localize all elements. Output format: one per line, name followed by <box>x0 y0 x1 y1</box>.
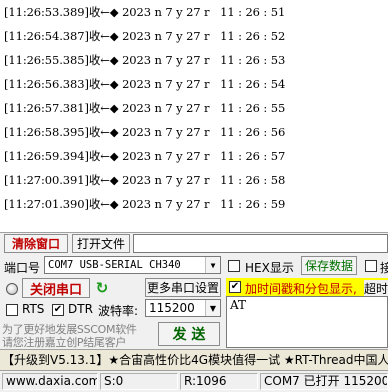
baud-rate-label: 波特率: <box>98 304 139 318</box>
log-toolbar: 清除窗口 打开文件 <box>0 232 388 255</box>
port-value: COM7 USB-SERIAL CH340 <box>48 259 181 271</box>
refresh-icon[interactable]: ↻ <box>94 279 110 297</box>
ticker-text: 【升级到V5.13.1】★合宙高性价比4G模块值得一试 ★RT-Thread中国… <box>2 353 388 367</box>
dtr-label: DTR <box>68 302 93 316</box>
option-label-fragment: 接 <box>380 261 388 275</box>
file-path-input[interactable] <box>133 234 388 253</box>
port-label: 端口号 <box>4 261 41 275</box>
sent-count: S:0 <box>100 373 178 390</box>
chevron-down-icon: ▼ <box>205 257 220 273</box>
website-link[interactable]: www.daxia.com <box>2 373 98 390</box>
clear-window-button[interactable]: 清除窗口 <box>4 234 68 253</box>
send-text-input[interactable]: AT <box>226 296 388 348</box>
close-port-button[interactable]: 关闭串口 <box>22 278 90 298</box>
port-select[interactable]: COM7 USB-SERIAL CH340 ▼ <box>44 256 221 274</box>
promo-line-2: 请您注册嘉立创P结尾客户 <box>2 336 127 349</box>
log-line: [11:26:54.387]收←◆ 2023 n 7 y 27 r 11 : 2… <box>4 29 286 43</box>
hex-display-label: HEX显示 <box>245 261 294 275</box>
log-line: [11:26:55.385]收←◆ 2023 n 7 y 27 r 11 : 2… <box>4 53 286 67</box>
timestamp-label: 加时间戳和分包显示, <box>245 282 357 296</box>
dtr-checkbox[interactable]: ✔ <box>52 304 64 316</box>
option-checkbox[interactable] <box>365 260 377 272</box>
log-line: [11:26:53.389]收←◆ 2023 n 7 y 27 r 11 : 2… <box>4 5 286 19</box>
status-bar: www.daxia.com S:0 R:1096 COM7 已打开 115200 <box>0 370 388 392</box>
more-port-settings-button[interactable]: 更多串口设置 <box>145 278 221 297</box>
receive-log[interactable]: [11:26:53.389]收←◆ 2023 n 7 y 27 r 11 : 2… <box>0 0 388 232</box>
timestamp-checkbox[interactable]: ✔ <box>229 281 241 293</box>
log-line: [11:26:56.383]收←◆ 2023 n 7 y 27 r 11 : 2… <box>4 77 286 91</box>
timeout-label: 超时 <box>364 280 388 297</box>
log-line: [11:27:00.391]收←◆ 2023 n 7 y 27 r 11 : 2… <box>4 173 286 187</box>
rts-label: RTS <box>22 302 45 316</box>
send-text-value: AT <box>230 298 247 312</box>
hex-display-checkbox[interactable] <box>228 260 240 272</box>
rts-checkbox[interactable] <box>6 304 18 316</box>
received-count: R:1096 <box>180 373 258 390</box>
port-status: COM7 已打开 115200 <box>260 373 388 390</box>
log-line: [11:26:57.381]收←◆ 2023 n 7 y 27 r 11 : 2… <box>4 101 286 115</box>
log-line: [11:26:59.394]收←◆ 2023 n 7 y 27 r 11 : 2… <box>4 149 286 163</box>
baud-rate-value: 115200 <box>149 301 195 315</box>
chevron-down-icon: ▼ <box>205 300 220 316</box>
news-ticker[interactable]: 【升级到V5.13.1】★合宙高性价比4G模块值得一试 ★RT-Thread中国… <box>0 349 388 370</box>
port-status-indicator-icon <box>6 283 18 295</box>
log-line: [11:26:58.395]收←◆ 2023 n 7 y 27 r 11 : 2… <box>4 125 286 139</box>
baud-rate-select[interactable]: 115200 ▼ <box>145 299 221 317</box>
save-data-button[interactable]: 保存数据 <box>301 256 357 275</box>
send-button[interactable]: 发 送 <box>158 322 220 346</box>
log-line: [11:27:01.390]收←◆ 2023 n 7 y 27 r 11 : 2… <box>4 197 286 211</box>
open-file-button[interactable]: 打开文件 <box>72 234 130 253</box>
